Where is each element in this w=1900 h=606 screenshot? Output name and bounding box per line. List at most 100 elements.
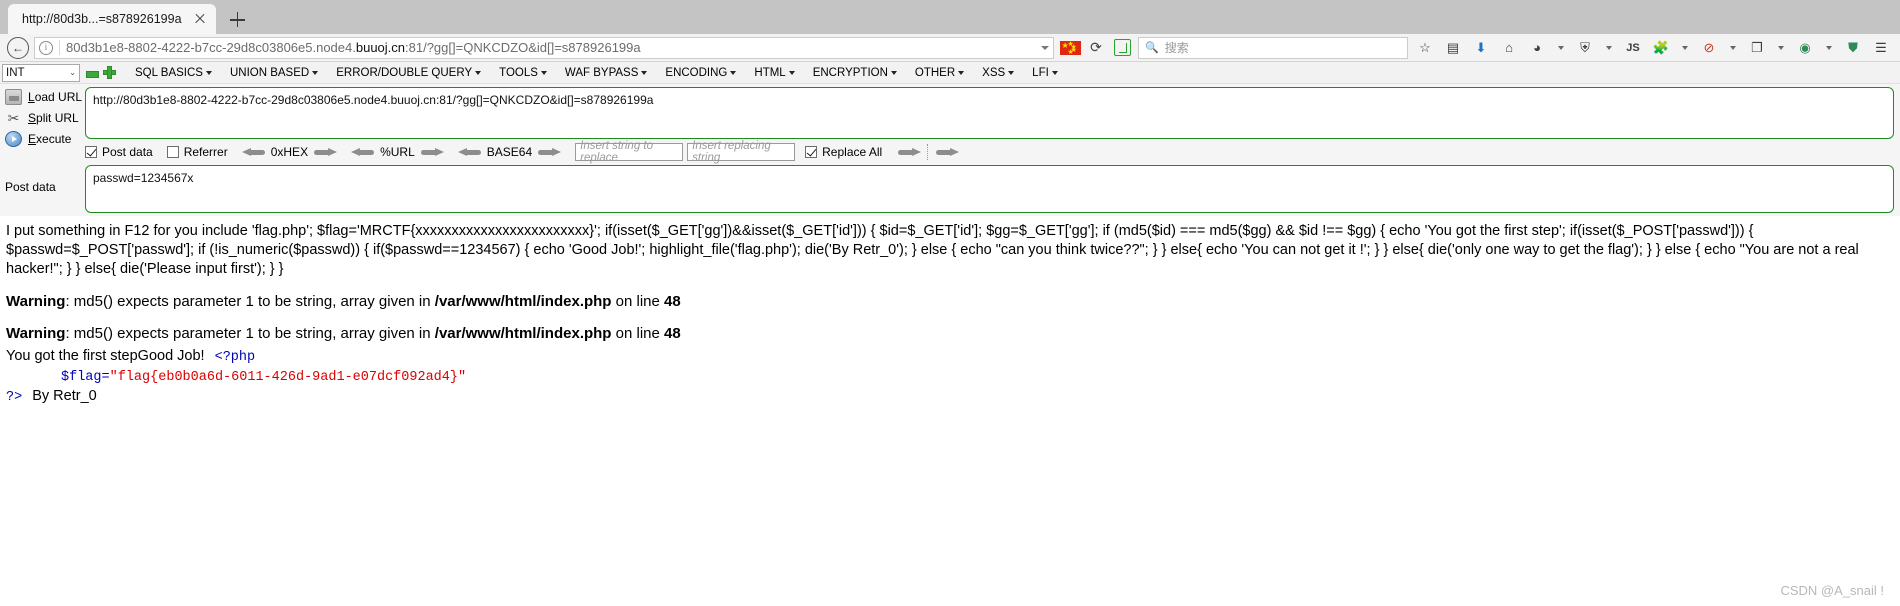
menu-label: SQL BASICS bbox=[135, 66, 203, 79]
flag-equals: = bbox=[101, 370, 110, 385]
navigation-toolbar: ← i 80d3b1e8-8802-4222-b7cc-29d8c03806e5… bbox=[0, 34, 1900, 62]
byline-row: ?> By Retr_0 bbox=[6, 387, 1894, 407]
menu-encoding[interactable]: ENCODING bbox=[656, 63, 745, 83]
warning-on-line: on line bbox=[611, 293, 665, 310]
hex-encode-button[interactable] bbox=[312, 146, 338, 159]
menu-label: LFI bbox=[1032, 66, 1049, 79]
menu-waf-bypass[interactable]: WAF BYPASS bbox=[556, 63, 657, 83]
load-url-icon bbox=[5, 88, 22, 105]
browser-tab[interactable]: http://80d3b...=s878926199a bbox=[8, 4, 216, 34]
menu-html[interactable]: HTML bbox=[745, 63, 803, 83]
language-flag-button[interactable]: ★ ★ ★ ★ ★ bbox=[1058, 36, 1082, 60]
adblock-icon[interactable]: ⊘ bbox=[1696, 36, 1722, 60]
warning-prefix: Warning bbox=[6, 325, 66, 342]
hex-label: 0xHEX bbox=[270, 145, 309, 159]
search-bar[interactable]: 🔍 搜索 bbox=[1138, 36, 1408, 59]
menu-label: ERROR/DOUBLE QUERY bbox=[336, 66, 473, 79]
load-url-button[interactable]: Load URL bbox=[0, 86, 85, 107]
hackbar-fields: Post data Referrer 0xHEX %URL BASE64 Ins… bbox=[85, 84, 1900, 216]
post-data-checkbox[interactable]: Post data bbox=[85, 145, 153, 159]
js-toggle-icon[interactable]: JS bbox=[1620, 36, 1646, 60]
php-source-echo: I put something in F12 for you include '… bbox=[6, 223, 1859, 277]
menu-lfi[interactable]: LFI bbox=[1023, 63, 1067, 83]
menu-encryption[interactable]: ENCRYPTION bbox=[804, 63, 906, 83]
url-encode-button[interactable] bbox=[419, 146, 444, 159]
chevron-down-icon-2[interactable] bbox=[1600, 36, 1618, 60]
find-string-input[interactable]: Insert string to replace bbox=[575, 140, 684, 164]
chevron-down-icon[interactable] bbox=[1041, 45, 1049, 50]
back-button[interactable]: ← bbox=[6, 36, 30, 60]
referrer-checkbox[interactable]: Referrer bbox=[166, 145, 228, 159]
menu-other[interactable]: OTHER bbox=[906, 63, 973, 83]
execute-button[interactable]: Execute bbox=[0, 128, 85, 149]
execute-label: Execute bbox=[28, 131, 72, 146]
close-icon[interactable] bbox=[192, 11, 208, 27]
home-icon[interactable]: ⌂ bbox=[1496, 36, 1522, 60]
address-bar[interactable]: i 80d3b1e8-8802-4222-b7cc-29d8c03806e5.n… bbox=[34, 36, 1054, 59]
url-enc-label: %URL bbox=[380, 145, 415, 159]
menu-sql-basics[interactable]: SQL BASICS bbox=[126, 63, 221, 83]
scissors-icon: ✂ bbox=[7, 109, 20, 126]
download-arrow-icon[interactable]: ⬇ bbox=[1468, 36, 1494, 60]
url-decode-button[interactable] bbox=[351, 146, 376, 159]
replace-apply-button[interactable] bbox=[896, 146, 922, 159]
puzzle-icon[interactable]: 🧩 bbox=[1648, 36, 1674, 60]
replace-string-input[interactable]: Insert replacing string bbox=[687, 140, 796, 164]
post-data-input[interactable] bbox=[85, 165, 1894, 213]
flag-value: flag{eb0b0a6d-6011-426d-9ad1-e07dcf092ad… bbox=[117, 370, 458, 385]
post-data-label: Post data bbox=[102, 145, 153, 159]
tab-title: http://80d3b...=s878926199a bbox=[22, 12, 182, 26]
site-info-icon[interactable]: i bbox=[39, 40, 53, 55]
bookmark-star-icon[interactable]: ☆ bbox=[1412, 36, 1438, 60]
chevron-down-icon-3[interactable] bbox=[1676, 36, 1694, 60]
chevron-down-icon bbox=[475, 70, 482, 75]
warning-text: : md5() expects parameter 1 to be string… bbox=[65, 325, 435, 342]
chevron-down-icon-5[interactable] bbox=[1772, 36, 1790, 60]
chevron-down-icon bbox=[788, 70, 795, 75]
chevron-down-icon bbox=[958, 70, 965, 75]
base64-decode-button[interactable] bbox=[457, 146, 483, 159]
type-select-value: INT bbox=[6, 66, 25, 79]
menu-label: TOOLS bbox=[499, 66, 538, 79]
hamburger-menu-icon[interactable]: ☰ bbox=[1868, 36, 1894, 60]
url-input[interactable] bbox=[85, 87, 1894, 139]
new-tab-button[interactable] bbox=[222, 6, 252, 34]
chevron-down-icon-1[interactable] bbox=[1552, 36, 1570, 60]
reload-button[interactable]: ⟳ bbox=[1086, 38, 1106, 58]
chevron-down-icon-6[interactable] bbox=[1820, 36, 1838, 60]
menu-label: XSS bbox=[982, 66, 1006, 79]
plus-icon[interactable] bbox=[103, 66, 116, 79]
chevron-down-icon bbox=[205, 70, 212, 75]
extra-apply-button[interactable] bbox=[934, 146, 960, 159]
hackbar-options-row: Post data Referrer 0xHEX %URL BASE64 Ins… bbox=[85, 139, 1894, 165]
post-data-side-label: Post data bbox=[5, 180, 56, 194]
menu-error-double-query[interactable]: ERROR/DOUBLE QUERY bbox=[327, 63, 490, 83]
proxy-icon[interactable]: ◉ bbox=[1792, 36, 1818, 60]
copy-icon[interactable]: ❐ bbox=[1744, 36, 1770, 60]
split-url-button[interactable]: ✂ Split URL bbox=[0, 107, 85, 128]
library-icon[interactable]: ▤ bbox=[1440, 36, 1466, 60]
checkbox-icon bbox=[166, 146, 179, 158]
chevron-down-icon bbox=[312, 70, 319, 75]
warning-file: /var/www/html/index.php bbox=[434, 293, 612, 310]
execute-play-icon bbox=[5, 130, 22, 147]
greenbox-extension-button[interactable] bbox=[1110, 36, 1134, 60]
menu-union-based[interactable]: UNION BASED bbox=[221, 63, 327, 83]
shield-outline-icon[interactable]: ⛨ bbox=[1572, 36, 1598, 60]
menu-xss[interactable]: XSS bbox=[973, 63, 1023, 83]
chevron-down-icon-4[interactable] bbox=[1724, 36, 1742, 60]
warning-file: /var/www/html/index.php bbox=[434, 325, 612, 342]
menu-tools[interactable]: TOOLS bbox=[490, 63, 556, 83]
type-select[interactable]: INT ⌄ bbox=[2, 63, 80, 82]
base64-encode-button[interactable] bbox=[536, 146, 562, 159]
china-flag-icon: ★ ★ ★ ★ ★ bbox=[1059, 40, 1081, 56]
menu-label: ENCODING bbox=[665, 66, 728, 79]
hex-decode-button[interactable] bbox=[241, 146, 267, 159]
container-icon[interactable]: ◕ bbox=[1524, 36, 1550, 60]
security-shield-icon[interactable]: ⛊ bbox=[1840, 36, 1866, 60]
minus-icon[interactable] bbox=[86, 70, 99, 78]
hackbar-menu: SQL BASICS UNION BASED ERROR/DOUBLE QUER… bbox=[126, 63, 1067, 83]
result-row: You got the first stepGood Job! <?php bbox=[6, 347, 1894, 367]
js-label: JS bbox=[1626, 41, 1640, 54]
replace-all-checkbox[interactable]: Replace All bbox=[805, 145, 882, 159]
